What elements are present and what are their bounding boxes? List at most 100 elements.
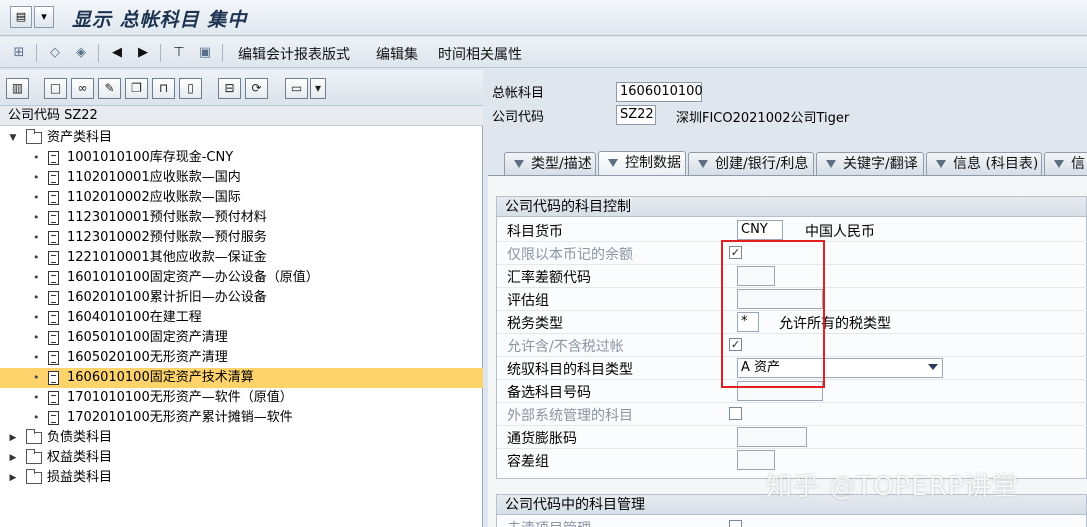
edit-set-button[interactable]: 编辑集 xyxy=(376,44,418,64)
other-object-icon[interactable]: ◇ xyxy=(46,44,64,62)
posting-wo-tax-label: 允许含/不含税过帐 xyxy=(507,339,624,355)
bullet-icon: • xyxy=(33,291,40,304)
tab-keyword-translation[interactable]: 关键字/翻译 xyxy=(816,152,924,176)
tab-control-data[interactable]: 控制数据 xyxy=(598,151,686,177)
tree-item[interactable]: • 1601010100固定资产—办公设备（原值） xyxy=(0,268,483,288)
inflation-label: 通货膨胀码 xyxy=(507,431,577,447)
tolerance-label: 容差组 xyxy=(507,454,549,470)
copy-icon[interactable]: ❐ xyxy=(125,78,148,99)
currency-input[interactable]: CNY xyxy=(737,220,783,240)
document-icon xyxy=(48,351,59,365)
bullet-icon: • xyxy=(33,231,40,244)
bullet-icon: • xyxy=(33,151,40,164)
glasses-icon[interactable]: ∞ xyxy=(71,78,94,99)
company-code-field[interactable]: SZ22 xyxy=(616,105,656,125)
document-icon xyxy=(48,411,59,425)
exch-diff-label: 汇率差额代码 xyxy=(507,270,591,286)
application-toolbar: ⊞ ◇ ◈ ◀ ▶ ⊤ ▣ 编辑会计报表版式 编辑集 时间相关属性 xyxy=(0,37,1087,68)
company-name: 深圳FICO2021002公司Tiger xyxy=(676,111,850,126)
tab-information-coa[interactable]: 信息 (科目表) xyxy=(926,152,1042,176)
print-icon[interactable]: ▭ xyxy=(285,78,308,99)
tree-item[interactable]: • 1605010100固定资产清理 xyxy=(0,328,483,348)
bullet-icon: • xyxy=(33,191,40,204)
document-icon xyxy=(48,251,59,265)
filter-icon[interactable]: ⊤ xyxy=(170,44,188,62)
tree-item[interactable]: • 1604010100在建工程 xyxy=(0,308,483,328)
tree-item[interactable]: • 1602010100累计折旧—办公设备 xyxy=(0,288,483,308)
next-icon[interactable]: ▶ xyxy=(134,44,152,62)
tab-create-bank-interest[interactable]: 创建/银行/利息 xyxy=(688,152,814,176)
pencil-icon[interactable]: ✎ xyxy=(98,78,121,99)
ext-mgmt-checkbox[interactable] xyxy=(729,407,742,420)
dropdown-arrow-icon[interactable] xyxy=(928,364,938,370)
company-code-label: 公司代码 xyxy=(492,110,545,125)
bullet-icon: • xyxy=(33,351,40,364)
inflation-input[interactable] xyxy=(737,427,807,447)
document-icon xyxy=(48,231,59,245)
bullet-icon: • xyxy=(33,171,40,184)
lock-icon[interactable]: ⊓ xyxy=(152,78,175,99)
folder-icon xyxy=(26,469,42,484)
previous-icon[interactable]: ◀ xyxy=(108,44,126,62)
bullet-icon: • xyxy=(33,311,40,324)
tab-information[interactable]: 信息 xyxy=(1044,152,1087,194)
menu-icon[interactable]: ▤ xyxy=(10,6,32,28)
folder-icon xyxy=(26,449,42,464)
tree-folder-liabilities[interactable]: ▶ 负债类科目 xyxy=(0,428,483,448)
tree-item[interactable]: • 1605020100无形资产清理 xyxy=(0,348,483,368)
tree-item[interactable]: • 1102010002应收账款—国际 xyxy=(0,188,483,208)
document-icon xyxy=(48,271,59,285)
tree-item[interactable]: • 1102010001应收账款—国内 xyxy=(0,168,483,188)
tree-folder-label: 权益类科目 xyxy=(47,450,113,465)
tax-category-label: 税务类型 xyxy=(507,316,563,332)
bullet-icon: • xyxy=(33,271,40,284)
save-icon[interactable]: ▥ xyxy=(6,78,29,99)
tab-type-description[interactable]: 类型/描述 xyxy=(504,152,596,176)
tree-item[interactable]: • 1001010100库存现金-CNY xyxy=(0,148,483,168)
tree-item[interactable]: • 1123010001预付账款—预付材料 xyxy=(0,208,483,228)
tree-item[interactable]: • 1702010100无形资产累计摊销—软件 xyxy=(0,408,483,428)
collapsed-triangle-icon[interactable]: ▶ xyxy=(8,428,18,448)
new-icon[interactable]: □ xyxy=(44,78,67,99)
tree-item-label: 1702010100无形资产累计摊销—软件 xyxy=(67,410,293,425)
toolbar-separator xyxy=(36,44,37,62)
collapse-icon[interactable]: ⊟ xyxy=(218,78,241,99)
collapsed-triangle-icon[interactable]: ▶ xyxy=(8,448,18,468)
edit-report-format-button[interactable]: 编辑会计报表版式 xyxy=(238,44,350,64)
tree-item-label: 1123010002预付账款—预付服务 xyxy=(67,230,267,245)
hierarchy-icon[interactable]: ⊞ xyxy=(10,44,28,62)
tab-menu-icon xyxy=(936,160,946,168)
document-icon[interactable]: ▣ xyxy=(196,44,214,62)
tree-item-label: 1102010002应收账款—国际 xyxy=(67,190,241,205)
field-row-currency: 科目货币 CNY 中国人民币 xyxy=(497,219,1087,242)
tree-folder-pnl[interactable]: ▶ 损益类科目 xyxy=(0,468,483,488)
open-item-checkbox[interactable] xyxy=(729,520,742,527)
tree-item[interactable]: • 1701010100无形资产—软件（原值） xyxy=(0,388,483,408)
tree-folder-assets[interactable]: ▼ 资产类科目 xyxy=(0,128,483,148)
document-icon xyxy=(48,151,59,165)
tree-item-selected[interactable]: • 1606010100固定资产技术清算 xyxy=(0,368,483,388)
display-change-icon[interactable]: ◈ xyxy=(72,44,90,62)
refresh-icon[interactable]: ⟳ xyxy=(245,78,268,99)
field-row-ext-mgmt: 外部系统管理的科目 xyxy=(497,403,1087,426)
expanded-triangle-icon[interactable]: ▼ xyxy=(8,128,18,148)
tree-folder-label: 损益类科目 xyxy=(47,470,113,485)
collapsed-triangle-icon[interactable]: ▶ xyxy=(8,468,18,488)
tree-item[interactable]: • 1221010001其他应收款—保证金 xyxy=(0,248,483,268)
currency-label: 科目货币 xyxy=(507,224,563,240)
gl-account-label: 总帐科目 xyxy=(492,86,545,101)
document-icon xyxy=(48,391,59,405)
tree-item[interactable]: • 1123010002预付账款—预付服务 xyxy=(0,228,483,248)
bullet-icon: • xyxy=(33,411,40,424)
time-attributes-button[interactable]: 时间相关属性 xyxy=(438,44,522,64)
tree-toolbar: ▥ □ ∞ ✎ ❐ ⊓ ▯ ⊟ ⟳ ▭ ▾ xyxy=(0,70,483,106)
folder-icon xyxy=(26,429,42,444)
gl-account-field[interactable]: 1606010100 xyxy=(616,82,703,102)
toolbar-separator xyxy=(222,44,223,62)
tree-folder-equity[interactable]: ▶ 权益类科目 xyxy=(0,448,483,468)
dropdown-icon[interactable]: ▾ xyxy=(34,6,54,28)
delete-icon[interactable]: ▯ xyxy=(179,78,202,99)
title-bar: ▤ ▾ 显示 总帐科目 集中 xyxy=(0,0,1087,36)
toolbar-separator xyxy=(160,44,161,62)
print-dropdown-icon[interactable]: ▾ xyxy=(310,78,326,99)
